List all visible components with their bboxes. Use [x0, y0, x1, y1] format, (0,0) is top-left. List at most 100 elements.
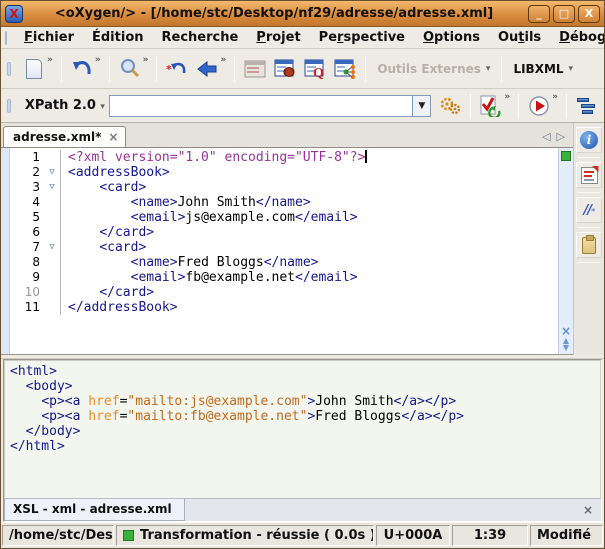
go-to-last-edit-button[interactable]: *	[164, 55, 190, 83]
maximize-button[interactable]: □	[553, 5, 575, 23]
result-tab[interactable]: XSL - xml - adresse.xml	[4, 499, 185, 521]
xpath-view-button[interactable]: //*	[576, 197, 602, 223]
result-line: <p><a href="mailto:fb@example.net">Fred …	[10, 409, 595, 424]
minimize-button[interactable]: _	[528, 5, 550, 23]
toolbar-separator	[470, 93, 471, 119]
editor-perspective-button[interactable]	[242, 55, 268, 83]
new-document-button[interactable]: »	[21, 55, 54, 83]
overflow-icon[interactable]: »	[220, 55, 226, 65]
result-close-icon[interactable]: ×	[575, 503, 601, 517]
editor-line[interactable]: 1 <?xml version="1.0" encoding="UTF-8"?>	[10, 150, 573, 165]
code-text: </addressBook>	[61, 300, 178, 315]
line-number: 9	[10, 270, 44, 285]
close-button[interactable]: X	[578, 5, 600, 23]
code-text: <?xml version="1.0" encoding="UTF-8"?>	[61, 150, 367, 165]
fold-toggle-icon[interactable]: ▽	[44, 240, 61, 255]
undo-button[interactable]: »	[69, 55, 102, 83]
validate-button[interactable]: »	[478, 92, 511, 120]
line-number: 1	[10, 150, 44, 165]
tab-adresse-xml[interactable]: adresse.xml* ×	[3, 126, 126, 147]
xpath-expression-combobox[interactable]: ▼	[109, 95, 431, 117]
fold-column	[44, 255, 61, 270]
xquery-debugger-perspective-button[interactable]: Q	[302, 55, 328, 83]
chevron-down-icon: ▾	[100, 102, 105, 112]
tab-scroll-right-icon[interactable]: ▷	[557, 130, 565, 143]
status-transformation-text: Transformation - réussie ( 0.0s )	[140, 528, 374, 543]
stripe-down-icon[interactable]: ▼	[563, 344, 569, 351]
combo-dropdown-button[interactable]: ▼	[412, 96, 430, 116]
menu-perspective[interactable]: Perspective	[310, 28, 414, 47]
result-tab-label: XSL - xml - adresse.xml	[13, 502, 172, 516]
elements-clipboard-view-button[interactable]	[576, 232, 602, 258]
result-source-view[interactable]: <html> <body> <p><a href="mailto:js@exam…	[4, 360, 601, 498]
editor-line[interactable]: 3▽ <card>	[10, 180, 573, 195]
fold-column	[44, 195, 61, 210]
back-button[interactable]: »	[194, 55, 227, 83]
fold-column	[44, 270, 61, 285]
sidebar-separator	[578, 157, 600, 158]
toolbar-grip[interactable]	[7, 62, 11, 76]
editor-line[interactable]: 6 </card>	[10, 225, 573, 240]
overflow-icon[interactable]: »	[95, 55, 101, 65]
tab-close-icon[interactable]: ×	[108, 132, 118, 142]
fold-column	[44, 285, 61, 300]
xpath-view-icon: //*	[584, 203, 595, 218]
error-stripe[interactable]: × ▲ ▼	[558, 148, 573, 354]
editor-line[interactable]: 11 </addressBook>	[10, 300, 573, 315]
editor-line[interactable]: 2▽<addressBook>	[10, 165, 573, 180]
menu-outils[interactable]: Outils	[489, 28, 550, 47]
overflow-icon[interactable]: »	[47, 55, 53, 65]
fold-column	[44, 150, 61, 165]
line-number: 8	[10, 255, 44, 270]
fold-toggle-icon[interactable]: ▽	[44, 165, 61, 180]
sidebar-separator	[578, 192, 600, 193]
titlebar[interactable]: X <oXygen/> - [/home/stc/Desktop/nf29/ad…	[1, 1, 604, 27]
xpath-toolbar-grip[interactable]	[7, 99, 11, 113]
menu-fichier[interactable]: Fichier	[15, 28, 83, 47]
overflow-icon[interactable]: »	[143, 55, 149, 65]
xpath-settings-button[interactable]	[437, 92, 463, 120]
editor-line[interactable]: 5 <email>js@example.com</email>	[10, 210, 573, 225]
xpath-expression-input[interactable]	[110, 96, 412, 116]
search-button[interactable]: »	[117, 55, 150, 83]
xpath-version-dropdown[interactable]: XPath 2.0 ▾	[25, 98, 105, 113]
line-number: 2	[10, 165, 44, 180]
code-text: </card>	[61, 225, 154, 240]
line-number: 11	[10, 300, 44, 315]
menu-options[interactable]: Options	[414, 28, 489, 47]
attributes-view-button[interactable]	[576, 162, 602, 188]
info-view-button[interactable]: i	[576, 127, 602, 153]
window-icon[interactable]: X	[5, 5, 23, 23]
outils-externes-label: Outils Externes	[377, 62, 481, 76]
code-text: <name>John Smith</name>	[61, 195, 311, 210]
overflow-icon[interactable]: »	[552, 92, 558, 102]
menu-recherche[interactable]: Recherche	[153, 28, 248, 47]
svg-text:Q: Q	[313, 66, 324, 79]
outils-externes-dropdown[interactable]: Outils Externes ▾	[371, 59, 496, 79]
toolbar-separator	[156, 56, 157, 82]
code-text: <addressBook>	[61, 165, 170, 180]
tab-scroll-left-icon[interactable]: ◁	[542, 130, 550, 143]
xml-editor[interactable]: 1<?xml version="1.0" encoding="UTF-8"?>2…	[1, 148, 573, 355]
overflow-icon[interactable]: »	[504, 92, 510, 102]
libxml-dropdown[interactable]: LIBXML ▾	[507, 59, 579, 79]
fold-toggle-icon[interactable]: ▽	[44, 180, 61, 195]
menu-debogueur[interactable]: Débogueur	[550, 28, 605, 47]
editor-line[interactable]: 7▽ <card>	[10, 240, 573, 255]
editor-line[interactable]: 4 <name>John Smith</name>	[10, 195, 573, 210]
database-perspective-button[interactable]	[332, 55, 358, 83]
editor-line[interactable]: 10 </card>	[10, 285, 573, 300]
tab-label: adresse.xml*	[13, 130, 101, 144]
menu-projet[interactable]: Projet	[247, 28, 309, 47]
code-text: <card>	[61, 180, 146, 195]
layout-views-button[interactable]	[574, 96, 596, 116]
database-perspective-icon	[333, 57, 357, 81]
fold-column	[44, 300, 61, 315]
apply-transformation-button[interactable]: »	[526, 92, 559, 120]
chevron-down-icon: ▾	[486, 64, 491, 74]
menubar-grip[interactable]	[5, 31, 7, 45]
editor-line[interactable]: 8 <name>Fred Bloggs</name>	[10, 255, 573, 270]
editor-line[interactable]: 9 <email>fb@example.net</email>	[10, 270, 573, 285]
xslt-debugger-perspective-button[interactable]	[272, 55, 298, 83]
menu-edition[interactable]: Édition	[83, 28, 153, 47]
